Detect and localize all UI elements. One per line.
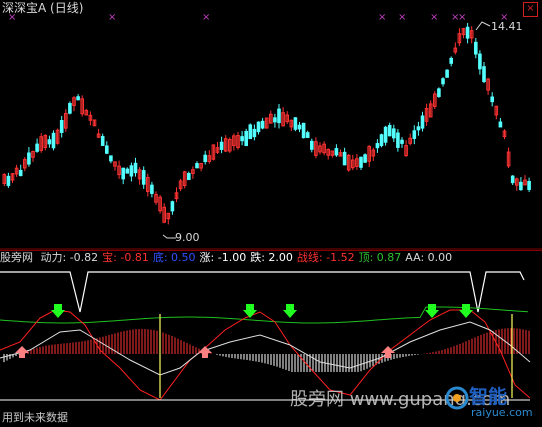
candle-body	[170, 201, 175, 212]
candle-body	[400, 139, 404, 144]
candle-body	[109, 155, 113, 162]
candle-body	[305, 132, 310, 138]
candle-body	[465, 26, 470, 39]
candle-body	[396, 132, 400, 148]
candle-body	[129, 165, 134, 177]
candle-body	[474, 41, 478, 55]
green-down-arrow	[425, 304, 439, 318]
candle-body	[277, 108, 281, 124]
low-price-label: 9.00	[175, 231, 200, 244]
candle-body	[141, 170, 146, 185]
candle-body	[383, 126, 388, 143]
pink-up-arrow	[198, 346, 212, 358]
candle-body	[527, 180, 531, 190]
candle-body	[490, 96, 494, 103]
white-top-line	[0, 271, 525, 313]
candle-body	[359, 156, 363, 168]
candle-body	[256, 121, 261, 133]
high-price-label: 14.41	[491, 20, 523, 33]
logo-icon	[445, 386, 469, 410]
pink-up-arrow	[15, 346, 29, 358]
candle-body	[240, 136, 244, 142]
candle-body	[252, 128, 257, 138]
close-button[interactable]: ×	[523, 2, 538, 17]
candle-body	[379, 134, 384, 147]
logo-big-text: 智能	[469, 386, 508, 408]
green-down-arrow	[51, 304, 65, 318]
candle-body	[437, 88, 441, 97]
footer-note: 用到未来数据	[2, 411, 68, 424]
candle-body	[478, 53, 482, 70]
candle-body	[387, 124, 392, 137]
signal-marker: ×	[398, 12, 406, 23]
candle-body	[18, 169, 23, 177]
candle-body	[195, 163, 199, 169]
candle-body	[150, 184, 154, 194]
candle-body	[27, 152, 31, 165]
candle-body	[301, 122, 306, 139]
candle-body	[392, 128, 396, 139]
candle-body	[100, 136, 105, 146]
candle-body	[342, 151, 347, 166]
candle-body	[273, 117, 277, 123]
high-arrow	[475, 21, 491, 31]
green-down-arrow	[459, 304, 473, 318]
candle-body	[35, 143, 39, 152]
candle-body	[334, 148, 339, 156]
site-logo: 智能 raiyue.com	[445, 382, 537, 422]
price-chart[interactable]: × × × × × × ×× ×	[0, 0, 542, 250]
candle-body	[6, 175, 11, 186]
candle-body	[121, 167, 126, 180]
green-down-arrow	[283, 304, 297, 318]
candle-body	[248, 124, 253, 140]
signal-marker: ×	[458, 12, 466, 23]
candle-body	[76, 96, 80, 101]
candle-body	[68, 103, 72, 114]
candle-body	[47, 139, 52, 145]
signal-marker: ×	[430, 12, 438, 23]
candle-body	[519, 181, 523, 191]
candle-body	[510, 175, 515, 184]
candle-body	[59, 120, 64, 133]
candle-body	[420, 115, 425, 129]
logo-small-text: raiyue.com	[471, 406, 533, 419]
candle-body	[244, 130, 248, 147]
candle-body	[203, 154, 207, 163]
signal-marker: ×	[202, 12, 210, 23]
candle-body	[125, 168, 130, 174]
candle-body	[375, 143, 380, 149]
candle-body	[412, 130, 417, 139]
candle-body	[449, 57, 453, 64]
candle-body	[482, 66, 486, 82]
candle-body	[51, 132, 56, 149]
candle-body	[310, 140, 314, 150]
candle-body	[187, 173, 191, 181]
candle-body	[363, 154, 367, 163]
candle-body	[219, 141, 224, 150]
green-down-arrow	[243, 304, 257, 318]
security-title: 深深宝A (日线)	[2, 1, 84, 15]
candle-body	[445, 69, 449, 78]
candle-body	[105, 145, 109, 154]
signal-marker: ×	[378, 12, 386, 23]
candle-body	[133, 162, 138, 174]
candle-body	[293, 117, 298, 130]
candle-body	[416, 126, 421, 131]
candle-body	[441, 78, 445, 85]
signal-marker: ×	[108, 12, 116, 23]
candle-body	[260, 120, 265, 129]
candle-body	[297, 124, 302, 130]
candle-body	[498, 121, 503, 128]
chart-stage: × × × × × × × × × 深深宝A (日线) × 14.41 9.00 股旁网 动力:…	[0, 0, 542, 427]
